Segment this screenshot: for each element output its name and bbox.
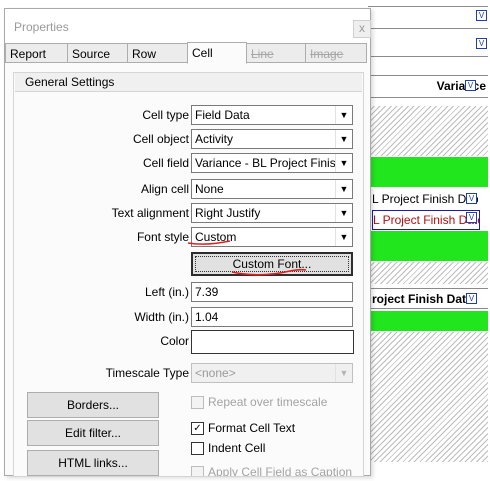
field-marker-icon[interactable]: V [476,10,487,21]
report-green-band [368,157,488,187]
close-icon[interactable]: x [353,20,371,38]
checkbox-label: Format Cell Text [208,421,296,435]
report-gridline [368,97,488,98]
report-gridline [368,56,488,57]
tab-image: Image [305,43,367,63]
chevron-down-icon[interactable]: ▼ [335,154,352,172]
report-field-cell[interactable]: L Project Finish Date [372,190,478,208]
width-label: Width (in.) [134,310,189,324]
tab-source[interactable]: Source [67,43,128,63]
cell-object-select[interactable]: Activity ▼ [191,129,353,149]
left-input[interactable]: 7.39 [191,282,353,302]
chevron-down-icon[interactable]: ▼ [335,228,352,246]
field-marker-icon[interactable]: V [466,293,477,304]
report-hatched-band [368,106,488,156]
cell-type-select[interactable]: Field Data ▼ [191,105,353,125]
tab-cell[interactable]: Cell [187,42,247,64]
chevron-down-icon[interactable]: ▼ [335,106,352,124]
edit-filter-button[interactable]: Edit filter... [27,420,159,446]
cell-type-label: Cell type [142,108,189,122]
text-alignment-label: Text alignment [111,206,189,220]
html-links-button[interactable]: HTML links... [27,450,159,476]
font-style-label: Font style [136,230,189,244]
cell-field-value: Variance - BL Project Finish D [195,156,353,170]
report-gridline [368,75,488,76]
report-hatched-band [368,262,488,284]
align-cell-value: None [195,182,224,196]
cell-type-value: Field Data [195,108,250,122]
timescale-type-value: <none> [195,366,236,380]
chevron-down-icon[interactable]: ▼ [335,204,352,222]
chevron-down-icon[interactable]: ▼ [335,180,352,198]
report-gridline [368,6,488,7]
tab-strip: Report Source Row Cell Line Image [5,42,370,64]
chevron-down-icon: ▼ [335,364,352,382]
tab-line: Line [246,43,306,63]
check-icon[interactable]: ✓ [191,422,204,435]
chevron-down-icon[interactable]: ▼ [335,130,352,148]
report-field-cell[interactable]: roject Finish Date [372,290,478,308]
left-label: Left (in.) [144,285,189,299]
color-swatch[interactable] [191,330,354,354]
tab-row[interactable]: Row [127,43,188,63]
field-marker-icon[interactable]: V [465,80,476,91]
text-alignment-select[interactable]: Right Justify ▼ [191,203,353,223]
report-field-cell-selected[interactable]: L Project Finish Date [372,210,480,230]
cell-object-label: Cell object [132,132,189,146]
red-underline-annotation [231,268,307,276]
text-alignment-value: Right Justify [195,206,261,220]
timescale-type-select: <none> ▼ [191,363,353,383]
red-underline-annotation [187,240,231,245]
field-marker-icon[interactable]: V [466,193,477,204]
cell-field-select[interactable]: Variance - BL Project Finish D ▼ [191,153,353,173]
checkbox-label: Apply Cell Field as Caption [208,465,353,477]
properties-dialog: Properties x Report Source Row Cell Line… [4,8,371,477]
general-settings-panel: General Settings Cell type Field Data ▼ … [13,72,364,477]
align-cell-select[interactable]: None ▼ [191,179,353,199]
timescale-type-label: Timescale Type [105,366,189,380]
checkbox-label: Indent Cell [208,441,266,455]
align-cell-label: Align cell [140,182,189,196]
dialog-title: Properties [14,20,69,34]
borders-button[interactable]: Borders... [27,392,159,418]
cell-field-label: Cell field [142,156,189,170]
field-marker-icon[interactable]: V [466,212,477,223]
report-hatched-band [368,332,488,462]
field-marker-icon[interactable]: V [476,38,487,49]
cell-object-value: Activity [195,132,234,146]
report-gridline [368,288,488,289]
width-input[interactable]: 1.04 [191,307,353,327]
report-gridline [368,308,488,309]
dialog-titlebar[interactable]: Properties x [5,9,371,43]
report-green-band [368,311,488,331]
color-label: Color [160,334,189,348]
checkbox-box[interactable] [191,442,204,455]
checkbox-label: Repeat over timescale [208,395,328,409]
checkbox-box [191,466,204,476]
tab-report[interactable]: Report [5,43,68,63]
section-header: General Settings [15,73,362,92]
report-gridline [368,28,488,29]
report-green-band [368,231,488,261]
checkbox-box [191,396,204,409]
